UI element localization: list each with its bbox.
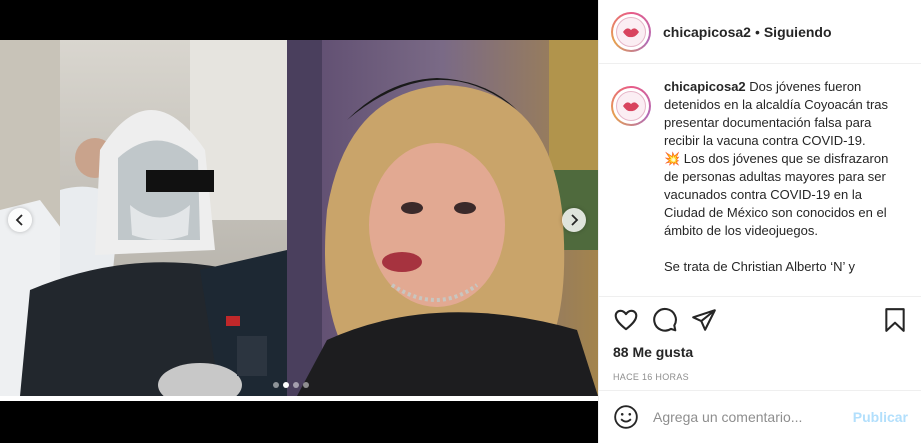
media-bottom-edge <box>0 396 598 401</box>
avatar[interactable] <box>611 86 651 126</box>
post-actions: 88 Me gusta HACE 16 HORAS <box>599 296 921 396</box>
comment-input[interactable] <box>653 409 843 425</box>
share-icon[interactable] <box>691 307 717 333</box>
caption-username[interactable]: chicapicosa2 <box>664 79 746 94</box>
instagram-post-view: chicapicosa2 • Siguiendo chicapicosa2 Do… <box>0 0 921 443</box>
heart-icon[interactable] <box>613 307 639 333</box>
caption-area: chicapicosa2 Dos jóvenes fueron detenido… <box>599 64 921 296</box>
post-header: chicapicosa2 • Siguiendo <box>599 0 921 64</box>
caption-text-2: 💥 Los dos jóvenes que se disfrazaron de … <box>664 151 892 238</box>
comment-icon[interactable] <box>652 307 678 333</box>
carousel-dot <box>283 382 289 388</box>
carousel-photo <box>0 40 598 396</box>
comment-bar: Publicar <box>599 390 921 443</box>
likes-count[interactable]: 88 Me gusta <box>613 344 908 360</box>
carousel-dot <box>293 382 299 388</box>
post-timestamp[interactable]: HACE 16 HORAS <box>613 372 908 382</box>
bookmark-icon[interactable] <box>882 307 908 333</box>
caption: chicapicosa2 Dos jóvenes fueron detenido… <box>664 78 906 296</box>
chevron-left-icon <box>15 214 23 226</box>
photo-left-arrest <box>0 40 287 396</box>
header-separator: • <box>754 23 760 40</box>
chevron-right-icon <box>571 214 579 226</box>
header-username[interactable]: chicapicosa2 <box>663 24 751 40</box>
publish-button[interactable]: Publicar <box>853 409 908 425</box>
photo-right-woman <box>287 40 598 396</box>
carousel-next-button[interactable] <box>562 208 586 232</box>
carousel-dot <box>303 382 309 388</box>
carousel-dots <box>273 382 309 388</box>
caption-text-3: Se trata de Christian Alberto ‘N’ y <box>664 259 855 274</box>
avatar[interactable] <box>611 11 651 52</box>
carousel-dot <box>273 382 279 388</box>
following-button[interactable]: Siguiendo <box>764 24 832 40</box>
post-media <box>0 0 598 443</box>
emoji-icon[interactable] <box>613 404 639 430</box>
lips-logo-icon <box>616 16 646 47</box>
lips-logo-icon <box>616 91 646 121</box>
post-sidebar: chicapicosa2 • Siguiendo chicapicosa2 Do… <box>598 0 921 443</box>
carousel-prev-button[interactable] <box>8 208 32 232</box>
